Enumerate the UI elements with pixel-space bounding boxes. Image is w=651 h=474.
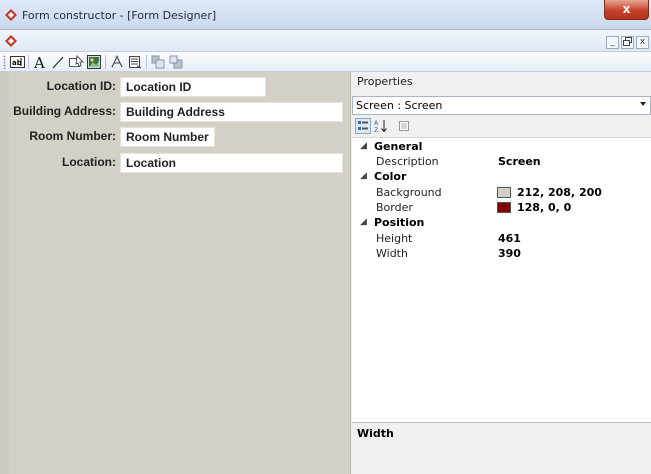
picture-icon[interactable]: [86, 54, 102, 70]
collapse-icon[interactable]: ◢: [360, 217, 367, 227]
restore-icon: [623, 37, 632, 46]
bring-front-icon[interactable]: [150, 54, 166, 70]
property-value[interactable]: 390: [498, 247, 521, 260]
list-icon[interactable]: [127, 54, 143, 70]
property-row-border[interactable]: Border 128, 0, 0: [352, 201, 651, 216]
toolbar-grip[interactable]: [3, 55, 6, 69]
close-doc-button[interactable]: x: [636, 36, 649, 49]
chevron-down-icon: [640, 102, 646, 106]
object-selector[interactable]: Screen : Screen: [352, 96, 651, 115]
button-icon[interactable]: [68, 54, 84, 70]
property-description-area: Width: [352, 422, 651, 474]
svg-text:Z: Z: [374, 127, 378, 133]
property-row-description[interactable]: Description Screen: [352, 155, 651, 170]
align-icon[interactable]: [109, 54, 125, 70]
field-textbox[interactable]: Building Address: [120, 102, 343, 122]
description-title: Width: [357, 427, 394, 440]
property-value[interactable]: 212, 208, 200: [517, 186, 602, 199]
restore-doc-button[interactable]: [621, 36, 634, 49]
send-back-icon[interactable]: [168, 54, 184, 70]
field-label: Location:: [62, 155, 116, 169]
textbox-icon[interactable]: ab: [9, 54, 25, 70]
mdi-menu-strip: _ x: [0, 30, 651, 52]
properties-title: Properties: [357, 75, 413, 88]
properties-panel: Properties Screen : Screen AZ ◢ General …: [352, 72, 651, 474]
collapse-icon[interactable]: ◢: [360, 141, 367, 151]
properties-toolbar: AZ: [352, 115, 651, 137]
line-icon[interactable]: [50, 54, 66, 70]
svg-text:A: A: [33, 55, 45, 69]
svg-text:A: A: [374, 120, 379, 127]
category-color[interactable]: ◢ Color: [352, 170, 651, 185]
field-textbox[interactable]: Room Number: [120, 127, 215, 147]
minimize-doc-button[interactable]: _: [606, 36, 619, 49]
field-textbox[interactable]: Location: [120, 153, 343, 173]
property-value[interactable]: 461: [498, 232, 521, 245]
field-label: Location ID:: [46, 79, 116, 93]
property-name: Border: [376, 201, 413, 214]
toolbar-separator: [105, 55, 106, 69]
property-name: Height: [376, 232, 413, 245]
field-label: Room Number:: [29, 129, 116, 143]
window-title: Form constructor - [Form Designer]: [22, 9, 217, 22]
toolbar-separator: [28, 55, 29, 69]
collapse-icon[interactable]: ◢: [360, 171, 367, 181]
category-label: General: [374, 140, 423, 153]
selected-object: Screen : Screen: [356, 99, 443, 112]
close-button[interactable]: x: [604, 0, 649, 20]
property-row-height[interactable]: Height 461: [352, 232, 651, 247]
property-value[interactable]: 128, 0, 0: [517, 201, 571, 214]
designer-toolbar: ab A: [0, 52, 651, 72]
category-label: Color: [374, 170, 407, 183]
label-icon[interactable]: A: [32, 54, 48, 70]
property-grid: ◢ General Description Screen ◢ Color Bac…: [352, 137, 651, 422]
category-position[interactable]: ◢ Position: [352, 216, 651, 231]
toolbar-separator: [146, 55, 147, 69]
property-value[interactable]: Screen: [498, 155, 541, 168]
field-textbox[interactable]: Location ID: [120, 77, 266, 97]
property-row-width[interactable]: Width 390: [352, 247, 651, 262]
document-icon[interactable]: [4, 34, 18, 48]
property-pages-icon[interactable]: [396, 118, 412, 134]
property-name: Width: [376, 247, 408, 260]
category-general[interactable]: ◢ General: [352, 140, 651, 155]
title-bar: Form constructor - [Form Designer] x: [0, 0, 651, 30]
property-name: Background: [376, 186, 442, 199]
app-icon: [5, 9, 17, 21]
property-name: Description: [376, 155, 439, 168]
field-label: Building Address:: [13, 104, 116, 118]
form-designer-surface[interactable]: Location ID: Location ID Building Addres…: [0, 72, 351, 474]
color-swatch: [497, 202, 511, 213]
property-row-background[interactable]: Background 212, 208, 200: [352, 186, 651, 201]
color-swatch: [497, 187, 511, 198]
svg-text:ab: ab: [12, 59, 22, 67]
categorized-icon[interactable]: [355, 118, 371, 134]
sort-alpha-icon[interactable]: AZ: [373, 118, 389, 134]
category-label: Position: [374, 216, 425, 229]
